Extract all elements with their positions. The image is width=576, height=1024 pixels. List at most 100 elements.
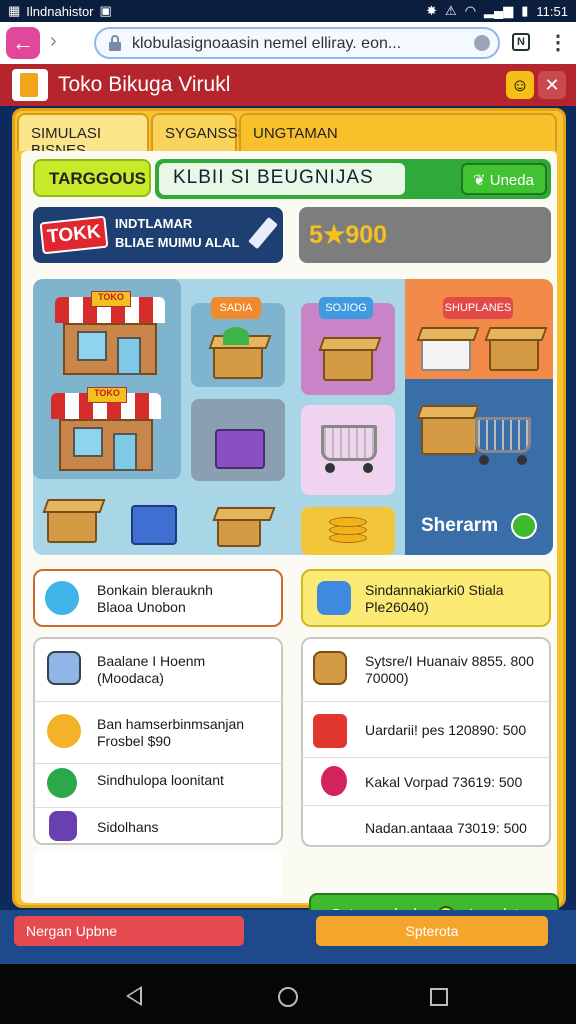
more-menu-icon[interactable]: ⋮ <box>548 30 568 55</box>
list-item[interactable]: Uardarii! pes 120890: 500 <box>303 701 549 757</box>
url-field[interactable]: klobulasignoaasin nemel elliray. eon... <box>94 27 500 59</box>
list-item-title: Nadan.antaaa 73019: 500 <box>365 820 527 836</box>
lock-icon <box>109 35 121 51</box>
settings-icon: ✸ <box>426 3 438 18</box>
list-item[interactable]: Ban hamserbinmsanjan Frosbel $90 <box>35 701 281 763</box>
target-button[interactable]: TARGGOUS <box>33 159 151 197</box>
right-list: Sytsre/I Huanaiv 8855. 800 70000) Uardar… <box>301 637 551 847</box>
nav-recents-icon[interactable] <box>430 988 448 1006</box>
crate-box[interactable] <box>323 343 373 381</box>
info-card-right-line1: Sindannakiarki0 Stiala <box>365 582 504 598</box>
tab-syganss[interactable]: SYGANSSS <box>151 113 248 151</box>
list-item-title: Uardarii! pes 120890: 500 <box>365 722 527 738</box>
app-header: Toko Bikuga Virukl ☺ ✕ <box>0 64 576 106</box>
produce-box[interactable] <box>213 341 263 379</box>
close-icon[interactable]: ✕ <box>538 71 566 99</box>
list-item[interactable]: Sindhulopa loonitant <box>35 763 281 807</box>
purple-cup-icon <box>49 811 77 841</box>
list-item-subtitle: (Moodaca) <box>97 670 164 686</box>
red-action-button[interactable]: Nergan Upbne <box>14 916 244 946</box>
app-logo <box>12 69 48 101</box>
cart-veg-icon[interactable] <box>469 411 537 465</box>
tabs-icon[interactable]: N <box>512 33 530 51</box>
shield-icon[interactable] <box>474 35 490 51</box>
confirm-icon[interactable] <box>511 513 537 539</box>
list-item[interactable]: Kakal Vorpad 73619: 500 <box>303 757 549 805</box>
progress-bar: KLBII SI BEUGNIJAS ❦ Uneda <box>155 159 551 199</box>
game-panel: SIMULASI BISNES SYGANSSS UNGTAMAN TARGGO… <box>12 108 566 935</box>
info-card-left[interactable]: Bonkain blerauknh Blaoa Unobon <box>33 569 283 627</box>
blue-bin-icon[interactable] <box>131 505 177 545</box>
tag-shuplanes: SHUPLANES <box>443 297 513 319</box>
status-left-text: Ilndnahistor <box>26 3 94 19</box>
fruit-box[interactable] <box>489 333 539 371</box>
sherarm-label: Sherarm <box>421 515 499 536</box>
info-card-left-line1: Bonkain blerauknh <box>97 582 213 598</box>
crate-icon <box>313 651 347 685</box>
list-item[interactable]: Sytsre/I Huanaiv 8855. 800 70000) <box>303 639 549 701</box>
tab-simulasi-bisnes[interactable]: SIMULASI BISNES <box>17 113 149 159</box>
leaf-icon: ❦ <box>473 172 486 189</box>
list-item[interactable]: Sidolhans <box>35 807 281 847</box>
shopping-cart-icon[interactable] <box>315 419 383 473</box>
orange-action-button[interactable]: Spterota <box>316 916 548 946</box>
banner-line-1: INDTLAMAR <box>115 216 193 231</box>
info-card-right[interactable]: Sindannakiarki0 Stiala Ple26040) <box>301 569 551 627</box>
wifi-icon: ◠ <box>464 3 477 18</box>
progress-text: KLBII SI BEUGNIJAS <box>173 167 374 188</box>
wheelbarrow-icon <box>313 714 347 748</box>
list-item-title: Ban hamserbinmsanjan <box>97 716 245 732</box>
vegetable-icon <box>223 327 249 345</box>
score-display: 5★900 <box>299 207 551 263</box>
signal-icon: ▂▄▆ <box>484 3 514 18</box>
empty-slot <box>33 851 283 897</box>
chat-icon <box>45 581 79 615</box>
info-card-right-line2: Ple26040) <box>365 599 429 615</box>
left-list: Baalane I Hoenm (Moodaca) Ban hamserbinm… <box>33 637 283 845</box>
list-item-title: Kakal Vorpad 73619: 500 <box>365 774 523 790</box>
gold-coin-icon <box>47 714 81 748</box>
shop-badge: TOKK <box>39 215 109 255</box>
bread-box[interactable] <box>47 505 97 543</box>
list-item-subtitle: 70000) <box>365 670 409 686</box>
shop-building-2[interactable]: TOKO <box>51 387 161 473</box>
bottom-bar: Nergan Upbne Spterota <box>0 910 576 964</box>
back-button[interactable]: ← <box>6 27 40 59</box>
shop-banner[interactable]: TOKK INDTLAMAR BLIAE MUIMU ALAL <box>33 207 283 263</box>
status-time: 11:51 <box>536 3 568 19</box>
browser-toolbar: ← › klobulasignoaasin nemel elliray. eon… <box>0 22 576 64</box>
list-item[interactable]: Baalane I Hoenm (Moodaca) <box>35 639 281 701</box>
tag-sadia: SADIA <box>211 297 261 319</box>
nav-home-icon[interactable] <box>278 987 298 1007</box>
battery-icon: ▮ <box>521 3 529 18</box>
house-icon <box>47 651 81 685</box>
forward-icon[interactable]: › <box>50 30 57 53</box>
gift-box[interactable] <box>421 333 471 371</box>
list-item-title: Sindhulopa loonitant <box>97 772 224 788</box>
nav-back-icon[interactable] <box>126 986 142 1006</box>
url-text: klobulasignoaasin nemel elliray. eon... <box>132 35 402 52</box>
tab-ungtaman[interactable]: UNGTAMAN <box>239 113 557 151</box>
update-label: Uneda <box>489 172 534 189</box>
system-nav-bar <box>0 964 576 1024</box>
package-icon <box>317 581 351 615</box>
update-button[interactable]: ❦ Uneda <box>461 163 547 195</box>
list-item-subtitle: Frosbel $90 <box>97 733 171 749</box>
list-item[interactable]: Nadan.antaaa 73019: 500 <box>303 805 549 849</box>
pencil-icon[interactable] <box>248 216 278 250</box>
store-scene: TOKO TOKO SADIA SOJIOG SHUPLANES Sherarm <box>33 279 553 555</box>
tag-sojiog: SOJIOG <box>319 297 373 319</box>
smiley-icon[interactable]: ☺ <box>506 71 534 99</box>
info-card-left-line2: Blaoa Unobon <box>97 599 186 615</box>
app-title: Toko Bikuga Virukl <box>58 73 231 96</box>
shop-building-1[interactable]: TOKO <box>55 291 165 377</box>
list-item-title: Sidolhans <box>97 819 159 835</box>
small-box[interactable] <box>217 513 261 547</box>
purple-bin-icon[interactable] <box>215 429 265 469</box>
green-orb-icon <box>47 768 77 798</box>
radish-icon <box>321 766 347 796</box>
list-item-title: Sytsre/I Huanaiv 8855. 800 <box>365 653 534 669</box>
alert-icon: ⚠ <box>445 3 457 18</box>
list-item-title: Baalane I Hoenm <box>97 653 206 669</box>
panel-content: TARGGOUS KLBII SI BEUGNIJAS ❦ Uneda TOKK… <box>21 151 559 935</box>
